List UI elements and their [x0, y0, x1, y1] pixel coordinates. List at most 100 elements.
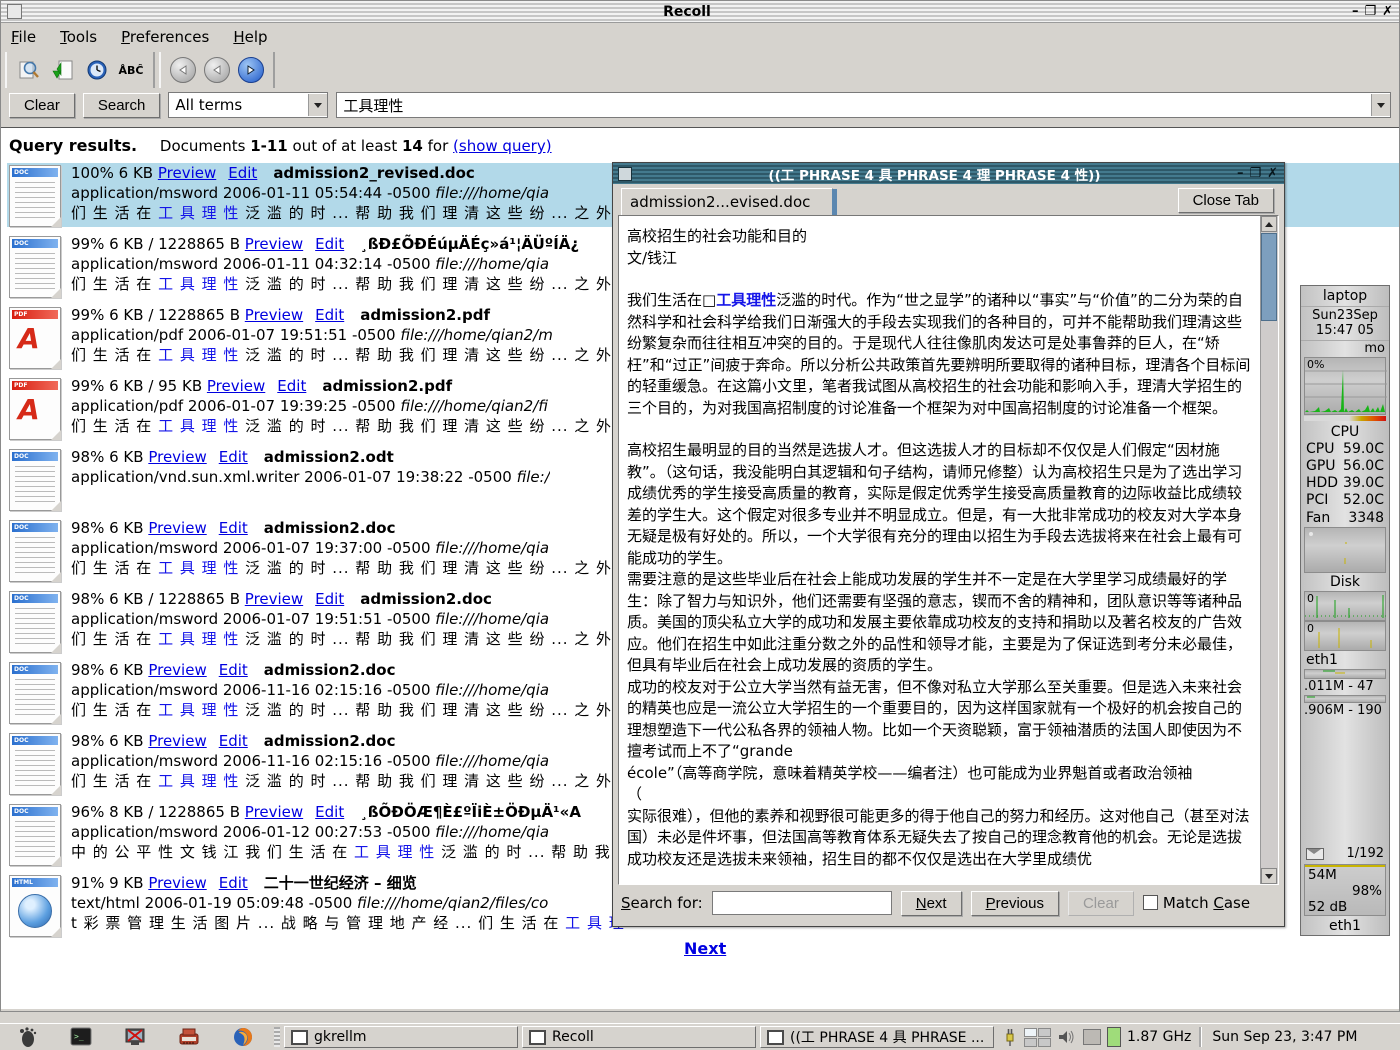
edit-link[interactable]: Edit — [219, 519, 248, 537]
task-button-2[interactable]: Recoll — [522, 1026, 756, 1048]
typewriter-icon[interactable] — [176, 1025, 202, 1049]
preview-minimize-icon[interactable]: – — [1237, 166, 1244, 181]
preview-maximize-icon[interactable]: ❐ — [1249, 166, 1261, 181]
gnome-menu-icon[interactable] — [14, 1025, 40, 1049]
scroll-up-icon[interactable] — [1261, 216, 1277, 232]
preview-link[interactable]: Preview — [148, 732, 206, 750]
checkbox-icon[interactable] — [1143, 895, 1158, 910]
match-case-checkbox[interactable]: Match Case — [1143, 894, 1250, 912]
menu-preferences[interactable]: Preferences — [121, 28, 209, 46]
preview-text-area[interactable]: 高校招生的社会功能和目的文/钱江我们生活在□工具理性泛滥的时代。作为“世之显学”… — [618, 215, 1279, 885]
preview-link[interactable]: Preview — [148, 661, 206, 679]
firefox-icon[interactable] — [230, 1025, 256, 1049]
preview-link[interactable]: Preview — [245, 306, 303, 324]
back-button-icon[interactable] — [167, 56, 199, 84]
workspace-4[interactable] — [1038, 1038, 1051, 1047]
recoll-titlebar[interactable]: Recoll – ❐ ✗ — [1, 1, 1399, 23]
advanced-search-icon[interactable] — [13, 56, 45, 84]
query-history-dropdown[interactable] — [1371, 94, 1390, 116]
taskbar-clock[interactable]: Sun Sep 23, 3:47 PM — [1212, 1029, 1357, 1045]
preview-link[interactable]: Preview — [245, 235, 303, 253]
preview-link[interactable]: Preview — [148, 874, 206, 892]
edit-link[interactable]: Edit — [219, 732, 248, 750]
preview-titlebar[interactable]: ((工 PHRASE 4 具 PHRASE 4 理 PHRASE 4 性)) –… — [613, 163, 1284, 184]
menu-tools[interactable]: Tools — [60, 28, 97, 46]
preview-link[interactable]: Preview — [207, 377, 265, 395]
show-query-link[interactable]: (show query) — [453, 137, 552, 155]
edit-link[interactable]: Edit — [228, 164, 257, 182]
edit-link[interactable]: Edit — [219, 874, 248, 892]
clear-button[interactable]: Clear — [9, 93, 75, 118]
menu-file[interactable]: File — [11, 28, 36, 46]
edit-link[interactable]: Edit — [315, 590, 344, 608]
workspace-3[interactable] — [1024, 1038, 1037, 1047]
memory-meter[interactable]: 54M 98% 52 dB — [1304, 864, 1386, 916]
back2-button-icon[interactable] — [201, 56, 233, 84]
search-button[interactable]: Search — [83, 93, 161, 118]
history-clock-icon[interactable] — [81, 56, 113, 84]
cpufreq-icon[interactable] — [1083, 1029, 1101, 1045]
query-input[interactable]: 工具理性 — [336, 92, 1391, 118]
battery-icon[interactable] — [1107, 1027, 1121, 1047]
scroll-down-icon[interactable] — [1261, 868, 1277, 884]
term-explorer-icon[interactable]: ÅBĈ — [115, 56, 147, 84]
panel-handle[interactable] — [274, 1027, 280, 1047]
forward-button-icon[interactable] — [235, 56, 267, 84]
doc-file-icon: DOC — [9, 449, 61, 511]
disk-chart-1[interactable]: 0 — [1304, 591, 1386, 621]
gkrellm-clock[interactable]: Sun23Sep 15:47 05 — [1301, 307, 1389, 341]
preview-link[interactable]: Preview — [245, 803, 303, 821]
edit-link[interactable]: Edit — [315, 235, 344, 253]
terminal-icon[interactable]: >_ — [68, 1025, 94, 1049]
scrollbar-thumb[interactable] — [1261, 233, 1277, 321]
find-clear-button[interactable]: Clear — [1068, 891, 1134, 916]
search-mode-dropdown[interactable] — [308, 94, 327, 116]
gkrellm-hostname[interactable]: laptop — [1301, 286, 1389, 307]
search-mode-select[interactable]: All terms — [168, 92, 328, 118]
mail-row[interactable]: 1/192 — [1301, 845, 1389, 863]
minimize-icon[interactable]: – — [1352, 4, 1359, 19]
disk-section-title[interactable]: Disk — [1301, 573, 1389, 591]
edit-link[interactable]: Edit — [219, 661, 248, 679]
edit-link[interactable]: Edit — [315, 306, 344, 324]
cpu-chart[interactable]: 0% — [1304, 357, 1386, 415]
cpu-graph — [1305, 370, 1385, 412]
result-mimetype-date: application/msword 2006-11-16 02:15:16 -… — [71, 752, 435, 770]
close-icon[interactable]: ✗ — [1382, 4, 1393, 19]
sort-parameters-icon[interactable] — [47, 56, 79, 84]
preview-link[interactable]: Preview — [148, 448, 206, 466]
edit-link[interactable]: Edit — [315, 803, 344, 821]
task-button-1[interactable]: gkrellm — [284, 1026, 518, 1048]
preview-scrollbar[interactable] — [1260, 216, 1278, 884]
power-plug-icon[interactable] — [1002, 1026, 1018, 1048]
menu-help[interactable]: Help — [233, 28, 267, 46]
find-previous-button[interactable]: Previous — [971, 891, 1059, 916]
workspace-2[interactable] — [1038, 1028, 1051, 1037]
workspace-1[interactable] — [1024, 1028, 1037, 1037]
find-next-button[interactable]: Next — [901, 891, 962, 916]
edit-link[interactable]: Edit — [219, 448, 248, 466]
task-button-3[interactable]: ((工 PHRASE 4 具 PHRASE ... — [760, 1026, 994, 1048]
fan-chart[interactable] — [1304, 527, 1386, 573]
force-quit-icon[interactable] — [122, 1025, 148, 1049]
eth1-top-row[interactable]: eth1 — [1301, 651, 1389, 669]
window-icon — [767, 1030, 784, 1045]
maximize-icon[interactable]: ❐ — [1364, 4, 1376, 19]
preview-tab[interactable]: admission2...evised.doc — [621, 188, 833, 215]
window-title: Recoll — [22, 4, 1352, 20]
preview-close-icon[interactable]: ✗ — [1267, 166, 1278, 181]
edit-link[interactable]: Edit — [277, 377, 306, 395]
cpu-section-title[interactable]: CPU — [1301, 423, 1389, 441]
preview-link[interactable]: Preview — [245, 590, 303, 608]
close-tab-button[interactable]: Close Tab — [1178, 188, 1274, 213]
workspace-switcher[interactable] — [1024, 1028, 1051, 1047]
result-relevance-size: 91% 9 KB — [71, 874, 148, 892]
eth1-bottom-label[interactable]: eth1 — [1301, 917, 1389, 935]
preview-link[interactable]: Preview — [148, 519, 206, 537]
volume-icon[interactable] — [1057, 1028, 1077, 1046]
find-input[interactable] — [712, 891, 892, 915]
preview-link[interactable]: Preview — [158, 164, 216, 182]
next-page-link[interactable]: Next — [684, 939, 726, 958]
disk-chart-2[interactable]: 0 — [1304, 621, 1386, 651]
memory-value: 54M — [1305, 867, 1385, 883]
